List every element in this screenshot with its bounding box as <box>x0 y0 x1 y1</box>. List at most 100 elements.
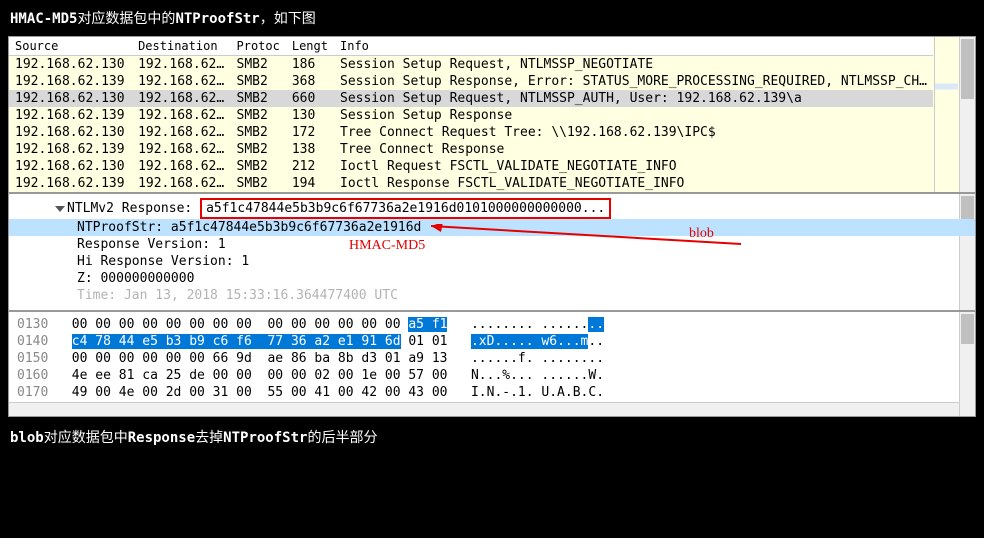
wireshark-window: Source Destination Protoc Lengt Info 192… <box>8 36 976 417</box>
packet-cell-proto: SMB2 <box>231 56 286 74</box>
hex-bytes-selected: a5 f1 <box>408 317 447 332</box>
scrollbar-thumb[interactable] <box>961 314 974 344</box>
caption-code: blob <box>10 430 44 446</box>
packet-cell-len: 212 <box>286 158 334 175</box>
packet-header-row[interactable]: Source Destination Protoc Lengt Info <box>9 37 933 56</box>
packet-cell-info: Tree Connect Request Tree: \\192.168.62.… <box>334 124 933 141</box>
packet-minimap[interactable] <box>934 37 958 192</box>
packet-cell-src: 192.168.62.139 <box>9 73 132 90</box>
hex-ascii: .. <box>588 334 604 349</box>
ntlmv2-response-field[interactable]: NTLMv2 Response: a5f1c47844e5b3b9c6f6773… <box>17 198 967 219</box>
field-label: NTLMv2 Response: <box>67 201 200 216</box>
col-length[interactable]: Lengt <box>286 37 334 56</box>
packet-cell-dst: 192.168.62… <box>132 141 230 158</box>
packet-cell-src: 192.168.62.139 <box>9 175 132 192</box>
packet-row[interactable]: 192.168.62.139192.168.62…SMB2130Session … <box>9 107 933 124</box>
ntproofstr-field[interactable]: NTProofStr: a5f1c47844e5b3b9c6f67736a2e1… <box>9 219 975 236</box>
packet-cell-src: 192.168.62.130 <box>9 56 132 74</box>
caption-code: NTProofStr <box>223 430 307 446</box>
packet-cell-info: Session Setup Request, NTLMSSP_AUTH, Use… <box>334 90 933 107</box>
packet-cell-dst: 192.168.62… <box>132 124 230 141</box>
hex-ascii: N...%... ......W. <box>471 368 604 383</box>
hi-response-version-field[interactable]: Hi Response Version: 1 <box>17 253 967 270</box>
packet-cell-dst: 192.168.62… <box>132 90 230 107</box>
hex-row[interactable]: 0140 c4 78 44 e5 b3 b9 c6 f6 77 36 a2 e1… <box>17 333 967 350</box>
hex-bytes: 01 01 <box>401 334 448 349</box>
caption-text: ，如下图 <box>260 10 316 26</box>
response-highlight-box: a5f1c47844e5b3b9c6f67736a2e1916d01010000… <box>200 198 611 219</box>
hex-offset: 0140 <box>17 334 48 349</box>
packet-cell-len: 172 <box>286 124 334 141</box>
packet-cell-proto: SMB2 <box>231 158 286 175</box>
caption-text: 去掉 <box>195 429 223 445</box>
hex-offset: 0170 <box>17 385 48 400</box>
response-version-field[interactable]: Response Version: 1 <box>17 236 967 253</box>
packet-cell-src: 192.168.62.139 <box>9 141 132 158</box>
packet-cell-proto: SMB2 <box>231 141 286 158</box>
hex-ascii: ........ ...... <box>471 317 588 332</box>
hex-pane[interactable]: 0130 00 00 00 00 00 00 00 00 00 00 00 00… <box>8 311 976 417</box>
col-info[interactable]: Info <box>334 37 933 56</box>
packet-cell-info: Ioctl Request FSCTL_VALIDATE_NEGOTIATE_I… <box>334 158 933 175</box>
packet-cell-proto: SMB2 <box>231 175 286 192</box>
caption-text: 对应数据包中的 <box>77 10 175 26</box>
hex-bytes: 00 00 00 00 00 00 66 9d ae 86 ba 8b d3 0… <box>72 351 448 366</box>
scrollbar-horizontal[interactable] <box>9 402 959 416</box>
packet-row[interactable]: 192.168.62.130192.168.62…SMB2660Session … <box>9 90 933 107</box>
packet-row[interactable]: 192.168.62.139192.168.62…SMB2138Tree Con… <box>9 141 933 158</box>
packet-cell-dst: 192.168.62… <box>132 56 230 74</box>
col-protocol[interactable]: Protoc <box>231 37 286 56</box>
packet-cell-len: 660 <box>286 90 334 107</box>
packet-cell-proto: SMB2 <box>231 107 286 124</box>
top-caption: HMAC-MD5对应数据包中的NTProofStr，如下图 <box>0 0 984 36</box>
packet-cell-src: 192.168.62.130 <box>9 124 132 141</box>
packet-cell-proto: SMB2 <box>231 73 286 90</box>
packet-cell-len: 138 <box>286 141 334 158</box>
z-field[interactable]: Z: 000000000000 <box>17 270 967 287</box>
packet-cell-src: 192.168.62.130 <box>9 158 132 175</box>
packet-cell-info: Session Setup Response <box>334 107 933 124</box>
hex-bytes: 00 00 00 00 00 00 00 00 00 00 00 00 00 0… <box>72 317 409 332</box>
packet-cell-len: 130 <box>286 107 334 124</box>
expand-toggle-icon[interactable] <box>55 206 65 212</box>
hex-bytes-selected: c4 78 44 e5 b3 b9 c6 f6 77 36 a2 e1 91 6… <box>72 334 401 349</box>
packet-row[interactable]: 192.168.62.130192.168.62…SMB2186Session … <box>9 56 933 74</box>
packet-row[interactable]: 192.168.62.139192.168.62…SMB2368Session … <box>9 73 933 90</box>
packet-row[interactable]: 192.168.62.130192.168.62…SMB2212Ioctl Re… <box>9 158 933 175</box>
caption-code: NTProofStr <box>175 11 259 27</box>
packet-cell-info: Tree Connect Response <box>334 141 933 158</box>
packet-cell-proto: SMB2 <box>231 90 286 107</box>
packet-cell-len: 368 <box>286 73 334 90</box>
scrollbar-thumb[interactable] <box>961 39 974 99</box>
annotation-hmac: HMAC-MD5 <box>349 238 425 254</box>
hex-ascii-selected: .xD..... w6...m <box>471 334 588 349</box>
col-source[interactable]: Source <box>9 37 132 56</box>
scrollbar-vertical[interactable] <box>959 312 975 416</box>
packet-cell-info: Session Setup Request, NTLMSSP_NEGOTIATE <box>334 56 933 74</box>
hex-row[interactable]: 0130 00 00 00 00 00 00 00 00 00 00 00 00… <box>17 316 967 333</box>
hex-row[interactable]: 0160 4e ee 81 ca 25 de 00 00 00 00 02 00… <box>17 367 967 384</box>
packet-cell-dst: 192.168.62… <box>132 175 230 192</box>
packet-cell-info: Session Setup Response, Error: STATUS_MO… <box>334 73 933 90</box>
scrollbar-vertical[interactable] <box>959 37 975 192</box>
packet-cell-len: 186 <box>286 56 334 74</box>
hex-row[interactable]: 0170 49 00 4e 00 2d 00 31 00 55 00 41 00… <box>17 384 967 401</box>
packet-cell-dst: 192.168.62… <box>132 73 230 90</box>
packet-table: Source Destination Protoc Lengt Info 192… <box>9 37 933 192</box>
packet-row[interactable]: 192.168.62.139192.168.62…SMB2194Ioctl Re… <box>9 175 933 192</box>
details-pane[interactable]: NTLMv2 Response: a5f1c47844e5b3b9c6f6773… <box>8 193 976 311</box>
packet-cell-dst: 192.168.62… <box>132 107 230 124</box>
packet-row[interactable]: 192.168.62.130192.168.62…SMB2172Tree Con… <box>9 124 933 141</box>
hex-ascii-selected: .. <box>588 317 604 332</box>
packet-list-pane[interactable]: Source Destination Protoc Lengt Info 192… <box>8 36 976 193</box>
col-destination[interactable]: Destination <box>132 37 230 56</box>
packet-cell-len: 194 <box>286 175 334 192</box>
time-field[interactable]: Time: Jan 13, 2018 15:33:16.364477400 UT… <box>17 287 967 304</box>
bottom-caption: blob对应数据包中Response去掉NTProofStr的后半部分 <box>0 417 984 457</box>
caption-text: 的后半部分 <box>307 429 377 445</box>
packet-cell-dst: 192.168.62… <box>132 158 230 175</box>
packet-cell-src: 192.168.62.139 <box>9 107 132 124</box>
packet-cell-proto: SMB2 <box>231 124 286 141</box>
hex-row[interactable]: 0150 00 00 00 00 00 00 66 9d ae 86 ba 8b… <box>17 350 967 367</box>
caption-code: Response <box>128 430 195 446</box>
